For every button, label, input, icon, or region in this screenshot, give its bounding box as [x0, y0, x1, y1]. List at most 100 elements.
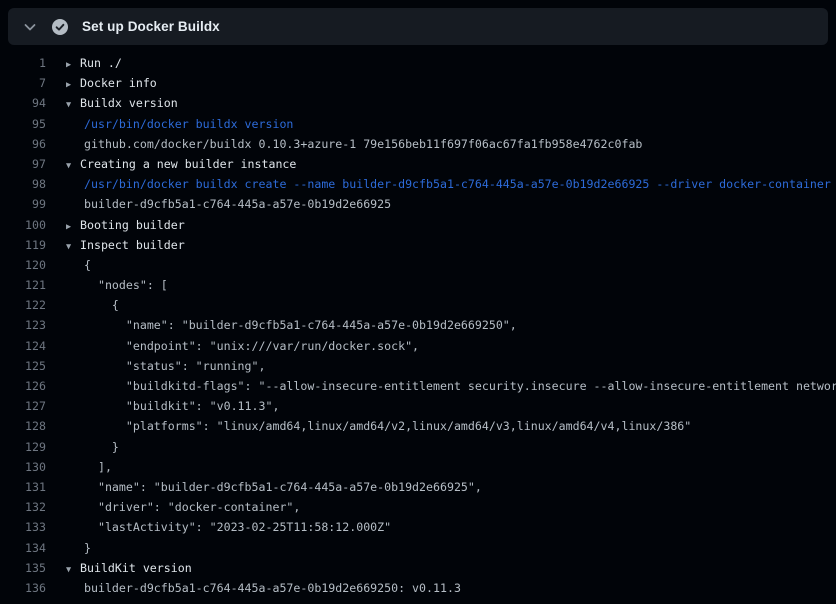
log-line: 125 "status": "running",: [0, 356, 836, 376]
log-group-header[interactable]: ▼Creating a new builder instance: [66, 154, 296, 174]
log-group-header[interactable]: ▼Inspect builder: [66, 235, 185, 255]
log-line: 126 "buildkitd-flags": "--allow-insecure…: [0, 376, 836, 396]
log-line: 127 "buildkit": "v0.11.3",: [0, 396, 836, 416]
log-line: 130 ],: [0, 457, 836, 477]
output-text: "endpoint": "unix:///var/run/docker.sock…: [66, 336, 419, 356]
output-text: {: [66, 295, 119, 315]
log-line: 96 github.com/docker/buildx 0.10.3+azure-…: [0, 134, 836, 154]
check-circle-icon: [52, 19, 68, 35]
command-text: /usr/bin/docker buildx version: [66, 114, 293, 134]
output-text: "nodes": [: [66, 275, 168, 295]
line-number[interactable]: 127: [0, 396, 46, 416]
line-number[interactable]: 125: [0, 356, 46, 376]
line-number[interactable]: 94: [0, 93, 46, 113]
log-group-header[interactable]: ▼Buildx version: [66, 93, 178, 113]
triangle-right-icon: ▶: [66, 55, 80, 73]
log-line: 94 ▼Buildx version: [0, 93, 836, 113]
triangle-right-icon: ▶: [66, 217, 80, 235]
line-number[interactable]: 96: [0, 134, 46, 154]
log-line: 133 "lastActivity": "2023-02-25T11:58:12…: [0, 517, 836, 537]
step-header[interactable]: Set up Docker Buildx: [8, 8, 828, 45]
triangle-down-icon: ▼: [66, 95, 80, 113]
line-number[interactable]: 133: [0, 517, 46, 537]
line-number[interactable]: 100: [0, 215, 46, 235]
line-number[interactable]: 128: [0, 416, 46, 436]
line-number[interactable]: 123: [0, 315, 46, 335]
line-number[interactable]: 99: [0, 194, 46, 214]
output-text: "buildkit": "v0.11.3",: [66, 396, 279, 416]
log-line: 100 ▶Booting builder: [0, 215, 836, 235]
output-text: "platforms": "linux/amd64,linux/amd64/v2…: [66, 416, 691, 436]
log-group-header[interactable]: ▶Run ./: [66, 53, 122, 73]
triangle-right-icon: ▶: [66, 75, 80, 93]
line-number[interactable]: 135: [0, 558, 46, 578]
output-text: "name": "builder-d9cfb5a1-c764-445a-a57e…: [66, 477, 482, 497]
line-number[interactable]: 1: [0, 53, 46, 73]
output-text: github.com/docker/buildx 0.10.3+azure-1 …: [66, 134, 642, 154]
triangle-down-icon: ▼: [66, 560, 80, 578]
log-group-header[interactable]: ▶Booting builder: [66, 215, 185, 235]
log-group-header[interactable]: ▼BuildKit version: [66, 558, 192, 578]
log-line: 98/usr/bin/docker buildx create --name b…: [0, 174, 836, 194]
output-text: builder-d9cfb5a1-c764-445a-a57e-0b19d2e6…: [66, 578, 461, 598]
log-rows: 1▶Run ./7▶Docker info94▼Buildx version95…: [0, 45, 836, 598]
triangle-down-icon: ▼: [66, 156, 80, 174]
log-line: 119 ▼Inspect builder: [0, 235, 836, 255]
line-number[interactable]: 131: [0, 477, 46, 497]
line-number[interactable]: 129: [0, 437, 46, 457]
group-title: Inspect builder: [80, 238, 185, 252]
log-line: 97 ▼Creating a new builder instance: [0, 154, 836, 174]
log-line: 122 {: [0, 295, 836, 315]
log-line: 99 builder-d9cfb5a1-c764-445a-a57e-0b19d2…: [0, 194, 836, 214]
line-number[interactable]: 97: [0, 154, 46, 174]
command-text: /usr/bin/docker buildx create --name bui…: [66, 174, 831, 194]
log-line: 134}: [0, 538, 836, 558]
log-line: 129 }: [0, 437, 836, 457]
output-text: "name": "builder-d9cfb5a1-c764-445a-a57e…: [66, 315, 517, 335]
line-number[interactable]: 119: [0, 235, 46, 255]
log-line: 124 "endpoint": "unix:///var/run/docker.…: [0, 336, 836, 356]
group-title: Creating a new builder instance: [80, 157, 296, 171]
log-line: 135 ▼BuildKit version: [0, 558, 836, 578]
line-number[interactable]: 121: [0, 275, 46, 295]
log-line: 120{: [0, 255, 836, 275]
log-line: 123 "name": "builder-d9cfb5a1-c764-445a-…: [0, 315, 836, 335]
log-line: 132 "driver": "docker-container",: [0, 497, 836, 517]
output-text: builder-d9cfb5a1-c764-445a-a57e-0b19d2e6…: [66, 194, 391, 214]
line-number[interactable]: 134: [0, 538, 46, 558]
output-text: }: [66, 437, 119, 457]
line-number[interactable]: 132: [0, 497, 46, 517]
chevron-down-icon-svg: [22, 19, 38, 35]
output-text: }: [66, 538, 91, 558]
output-text: "buildkitd-flags": "--allow-insecure-ent…: [66, 376, 836, 396]
check-circle-icon-svg: [52, 19, 68, 35]
line-number[interactable]: 98: [0, 174, 46, 194]
line-number[interactable]: 120: [0, 255, 46, 275]
log-line: 121 "nodes": [: [0, 275, 836, 295]
chevron-down-icon[interactable]: [22, 19, 38, 35]
line-number[interactable]: 126: [0, 376, 46, 396]
group-title: Run ./: [80, 56, 122, 70]
group-title: Docker info: [80, 76, 157, 90]
log-group-header[interactable]: ▶Docker info: [66, 73, 157, 93]
log-line: 128 "platforms": "linux/amd64,linux/amd6…: [0, 416, 836, 436]
line-number[interactable]: 130: [0, 457, 46, 477]
output-text: "driver": "docker-container",: [66, 497, 300, 517]
group-title: BuildKit version: [80, 561, 192, 575]
log-line: 95/usr/bin/docker buildx version: [0, 114, 836, 134]
group-title: Buildx version: [80, 96, 178, 110]
line-number[interactable]: 7: [0, 73, 46, 93]
output-text: ],: [66, 457, 112, 477]
step-title: Set up Docker Buildx: [82, 19, 220, 34]
line-number[interactable]: 136: [0, 578, 46, 598]
log-line: 1 ▶Run ./: [0, 53, 836, 73]
triangle-down-icon: ▼: [66, 237, 80, 255]
group-title: Booting builder: [80, 218, 185, 232]
output-text: "status": "running",: [66, 356, 265, 376]
output-text: "lastActivity": "2023-02-25T11:58:12.000…: [66, 517, 391, 537]
log-line: 131 "name": "builder-d9cfb5a1-c764-445a-…: [0, 477, 836, 497]
line-number[interactable]: 122: [0, 295, 46, 315]
line-number[interactable]: 124: [0, 336, 46, 356]
line-number[interactable]: 95: [0, 114, 46, 134]
log-line: 136 builder-d9cfb5a1-c764-445a-a57e-0b19d…: [0, 578, 836, 598]
